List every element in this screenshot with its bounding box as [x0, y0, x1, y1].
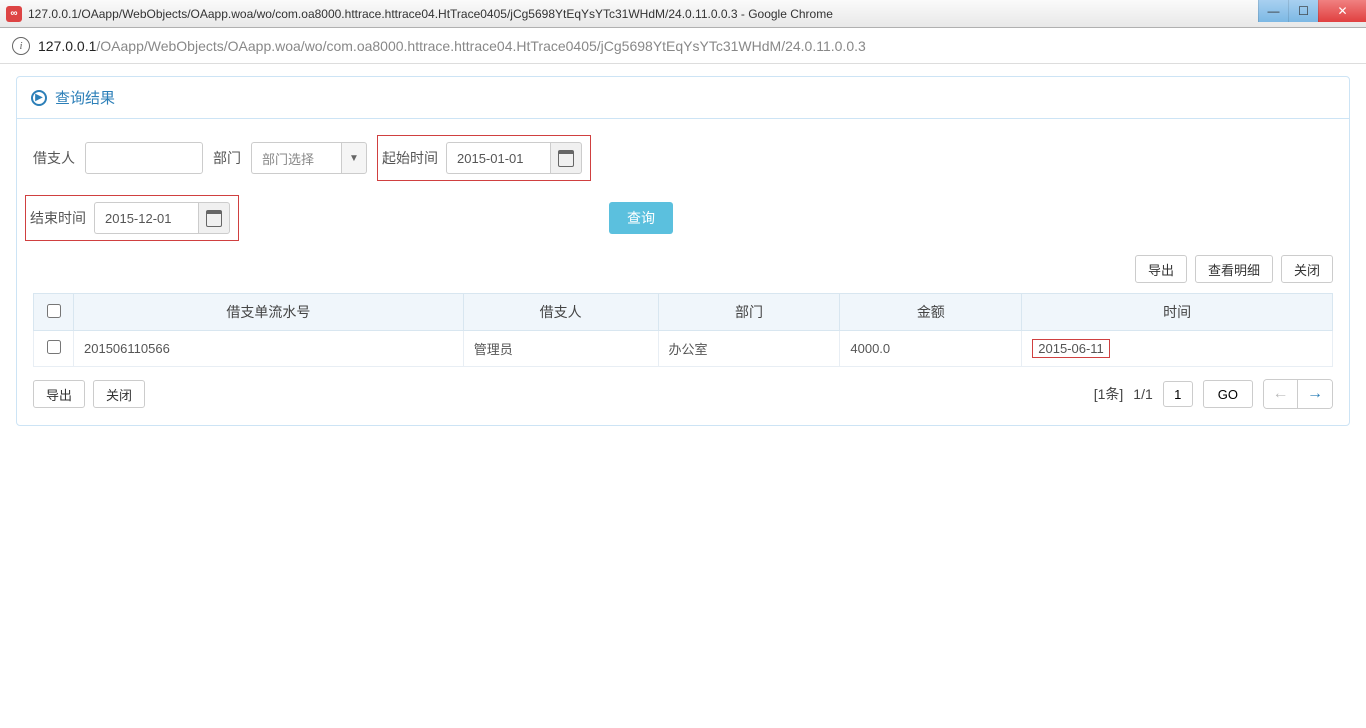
col-time: 时间	[1022, 294, 1333, 331]
col-borrower: 借支人	[463, 294, 658, 331]
cell-borrower: 管理员	[463, 331, 658, 367]
end-date-label: 结束时间	[30, 208, 86, 228]
filter-row-1: 借支人 部门 部门选择 ▼ 起始时间 2015-01-01	[33, 135, 1333, 181]
dept-label: 部门	[213, 148, 241, 168]
pagination: [1条] 1/1 GO ← →	[1094, 379, 1333, 409]
results-table: 借支单流水号 借支人 部门 金额 时间 201506110566 管理员 办公室…	[33, 293, 1333, 367]
page-fraction: 1/1	[1133, 386, 1152, 402]
calendar-icon	[206, 210, 222, 227]
start-date-picker[interactable]: 2015-01-01	[446, 142, 582, 174]
url-display[interactable]: 127.0.0.1/OAapp/WebObjects/OAapp.woa/wo/…	[38, 38, 866, 54]
page-nav: ← →	[1263, 379, 1333, 409]
start-date-label: 起始时间	[382, 148, 438, 168]
select-all-checkbox[interactable]	[47, 304, 61, 318]
footer-row: 导出 关闭 [1条] 1/1 GO ← →	[33, 379, 1333, 409]
dept-select[interactable]: 部门选择 ▼	[251, 142, 367, 174]
col-serial: 借支单流水号	[74, 294, 464, 331]
dept-select-value: 部门选择	[251, 142, 341, 174]
top-actions: 导出 查看明细 关闭	[33, 255, 1333, 283]
window-controls: — ☐ ✕	[1258, 0, 1366, 22]
col-dept: 部门	[658, 294, 840, 331]
cell-amount: 4000.0	[840, 331, 1022, 367]
url-domain: 127.0.0.1	[38, 38, 96, 54]
export-bottom-button[interactable]: 导出	[33, 380, 85, 408]
export-top-button[interactable]: 导出	[1135, 255, 1187, 283]
end-date-value[interactable]: 2015-12-01	[94, 202, 198, 234]
cell-time: 2015-06-11	[1022, 331, 1333, 367]
footer-actions: 导出 关闭	[33, 380, 145, 408]
close-top-button[interactable]: 关闭	[1281, 255, 1333, 283]
close-window-button[interactable]: ✕	[1318, 0, 1366, 22]
address-bar: i 127.0.0.1/OAapp/WebObjects/OAapp.woa/w…	[0, 28, 1366, 64]
window-title: 127.0.0.1/OAapp/WebObjects/OAapp.woa/wo/…	[28, 7, 1360, 21]
close-bottom-button[interactable]: 关闭	[93, 380, 145, 408]
arrow-right-icon: ▶	[31, 90, 47, 106]
start-date-value[interactable]: 2015-01-01	[446, 142, 550, 174]
end-date-picker[interactable]: 2015-12-01	[94, 202, 230, 234]
maximize-button[interactable]: ☐	[1288, 0, 1318, 22]
next-page-button[interactable]: →	[1298, 380, 1332, 408]
end-date-group: 结束时间 2015-12-01	[25, 195, 239, 241]
url-path: /OAapp/WebObjects/OAapp.woa/wo/com.oa800…	[96, 38, 865, 54]
borrower-label: 借支人	[33, 148, 75, 168]
col-amount: 金额	[840, 294, 1022, 331]
table-header-row: 借支单流水号 借支人 部门 金额 时间	[34, 294, 1333, 331]
cell-serial: 201506110566	[74, 331, 464, 367]
cell-dept: 办公室	[658, 331, 840, 367]
panel-header: ▶ 查询结果	[17, 77, 1349, 119]
browser-titlebar: ∞ 127.0.0.1/OAapp/WebObjects/OAapp.woa/w…	[0, 0, 1366, 28]
row-checkbox[interactable]	[47, 340, 61, 354]
record-count: [1条]	[1094, 384, 1124, 404]
row-select-cell	[34, 331, 74, 367]
site-info-icon[interactable]: i	[12, 37, 30, 55]
results-panel: ▶ 查询结果 借支人 部门 部门选择 ▼ 起始时间 2015-01-01	[16, 76, 1350, 426]
panel-title: 查询结果	[55, 87, 115, 108]
go-button[interactable]: GO	[1203, 380, 1253, 408]
table-row[interactable]: 201506110566 管理员 办公室 4000.0 2015-06-11	[34, 331, 1333, 367]
view-detail-button[interactable]: 查看明细	[1195, 255, 1273, 283]
favicon: ∞	[6, 6, 22, 22]
filter-row-2: 结束时间 2015-12-01 查询	[33, 195, 1333, 241]
start-date-group: 起始时间 2015-01-01	[377, 135, 591, 181]
start-date-calendar-button[interactable]	[550, 142, 582, 174]
page-number-input[interactable]	[1163, 381, 1193, 407]
chevron-down-icon[interactable]: ▼	[341, 142, 367, 174]
prev-page-button[interactable]: ←	[1264, 380, 1298, 408]
calendar-icon	[558, 150, 574, 167]
borrower-input[interactable]	[85, 142, 203, 174]
search-button[interactable]: 查询	[609, 202, 673, 234]
minimize-button[interactable]: —	[1258, 0, 1288, 22]
select-all-header	[34, 294, 74, 331]
end-date-calendar-button[interactable]	[198, 202, 230, 234]
